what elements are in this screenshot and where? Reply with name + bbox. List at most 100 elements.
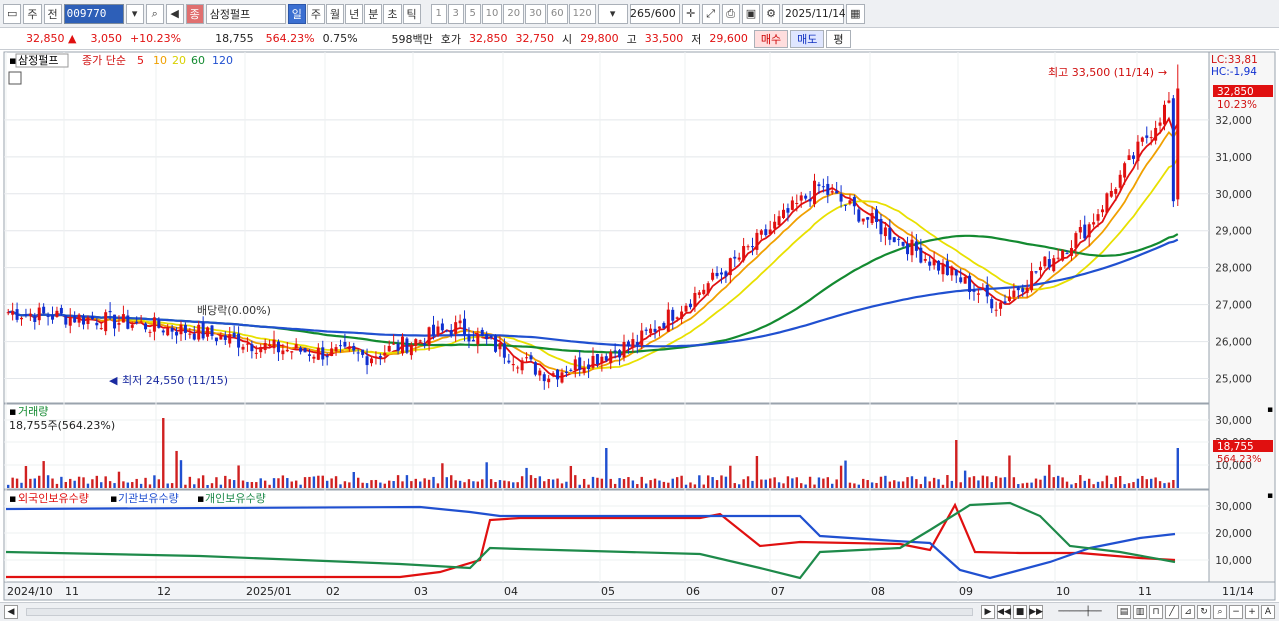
date-input[interactable]: 2025/11/14 [782, 3, 846, 24]
volume-panel-close-icon[interactable]: ▪ [1267, 405, 1273, 415]
draw-icon[interactable]: ⤢ [701, 3, 720, 24]
scroll-left-icon[interactable]: ◀ [4, 605, 18, 619]
volume-bar [1114, 477, 1117, 488]
volume-bar [1163, 483, 1166, 488]
period-button[interactable]: 일 [287, 3, 306, 24]
font-size-icon[interactable]: A [1261, 605, 1275, 619]
volume-bar [1008, 455, 1011, 488]
candle-body [564, 371, 568, 374]
calendar-icon[interactable]: ▦ [846, 3, 865, 24]
volume-bar [330, 478, 333, 488]
zoom-icon[interactable]: ⌕ [1213, 605, 1227, 619]
period-button[interactable]: 분 [364, 3, 383, 24]
stock-code-input[interactable] [63, 3, 124, 24]
magnet-icon[interactable]: ⊓ [1149, 605, 1163, 619]
chart-area[interactable]: 32,000 31,000 30,000 29,000 28,000 27,000 26,0… [0, 50, 1279, 602]
sell-button[interactable]: 매도 [790, 29, 825, 48]
candle-body [24, 314, 28, 316]
candle-body [121, 314, 125, 323]
period-button[interactable]: 년 [345, 3, 364, 24]
candle-body [334, 347, 338, 352]
candle-body [414, 339, 418, 346]
speaker-icon[interactable]: ◀ [165, 3, 184, 24]
save-icon[interactable]: ▣ [741, 3, 761, 24]
scroll-left[interactable]: ◀ [4, 605, 18, 619]
zoom-slider[interactable]: ─────┼── [1045, 605, 1115, 619]
ma-10-label[interactable]: 10 [153, 54, 167, 67]
candle-body [476, 333, 480, 345]
volume-bar [401, 481, 404, 488]
holding-panel-icon: ▪ [9, 492, 16, 505]
search-icon[interactable]: ⌕ [145, 3, 164, 24]
play-icon[interactable]: ▶ [981, 605, 995, 619]
minute-option[interactable]: 60 [546, 3, 568, 24]
zoom-out-icon[interactable]: − [1229, 605, 1243, 619]
volume-bar [95, 475, 99, 488]
draw-line-icon[interactable]: ╱ [1165, 605, 1179, 619]
candle-body [755, 232, 759, 250]
candle-body [387, 345, 391, 352]
prev-button[interactable]: 전 [43, 3, 62, 24]
buy-button[interactable]: 매수 [753, 29, 789, 48]
foreign-holding-legend[interactable]: 외국인보유수량 [18, 492, 89, 505]
ma-60-label[interactable]: 60 [191, 54, 205, 67]
crosshair-icon[interactable]: ✛ [681, 3, 700, 24]
ma-20-label[interactable]: 20 [172, 54, 186, 67]
candle-body [458, 320, 462, 324]
window-icon[interactable]: ▭ [3, 3, 22, 24]
gear-icon[interactable]: ⚙ [762, 3, 781, 24]
minute-dropdown[interactable]: ▾ [597, 3, 628, 24]
print-icon[interactable]: ⎙ [721, 3, 740, 24]
volume-bar [334, 476, 338, 488]
ma-120-label[interactable]: 120 [212, 54, 233, 67]
candle-body [312, 356, 316, 359]
price-change: 3,050 [90, 32, 122, 45]
candle-body [170, 327, 174, 332]
type-select[interactable]: 주 [23, 3, 42, 24]
holding-panel-close-icon[interactable]: ▪ [1267, 491, 1273, 501]
volume-bar [250, 481, 254, 488]
period-button[interactable]: 초 [383, 3, 402, 24]
price-panel[interactable] [3, 51, 1210, 404]
period-button[interactable]: 주 [306, 3, 326, 24]
period-button[interactable]: 월 [326, 3, 345, 24]
refresh-icon[interactable]: ↻ [1197, 605, 1211, 619]
candle-body [1105, 193, 1109, 213]
minute-option[interactable]: 120 [568, 3, 596, 24]
stop-icon[interactable]: ■ [1013, 605, 1027, 619]
horizontal-scrollbar[interactable] [26, 608, 973, 616]
minute-option[interactable]: 1 [430, 3, 447, 24]
eval-button[interactable]: 평 [826, 29, 851, 48]
table-icon[interactable] [8, 71, 22, 85]
ma-5-label[interactable]: 5 [137, 54, 144, 67]
zoom-in-icon[interactable]: + [1245, 605, 1259, 619]
period-button[interactable]: 틱 [402, 3, 421, 24]
lc-label: LC:33,81 [1211, 54, 1258, 66]
ruler-icon[interactable]: ⊿ [1181, 605, 1195, 619]
minute-option[interactable]: 10 [481, 3, 503, 24]
candle-body [1030, 271, 1034, 291]
layout-icon[interactable]: ▤ [1117, 605, 1131, 619]
minute-option[interactable]: 3 [447, 3, 464, 24]
candle-body [259, 347, 263, 353]
volume-bar [343, 481, 347, 488]
inst-holding-legend[interactable]: 기관보유수량 [118, 492, 179, 505]
candle-body [928, 261, 932, 266]
rewind-icon[interactable]: ◀◀ [997, 605, 1011, 619]
stock-chart[interactable]: 32,000 31,000 30,000 29,000 28,000 27,000 26,0… [0, 50, 1279, 602]
volume-bar [609, 478, 612, 488]
indiv-holding-legend[interactable]: 개인보유수량 [205, 492, 266, 505]
panel-icon[interactable]: ▥ [1133, 605, 1147, 619]
candle-body [303, 348, 307, 353]
volume-bar [782, 483, 785, 488]
volume-last-tag-text: 18,755 [1217, 441, 1254, 453]
dropdown-icon[interactable]: ▾ [125, 3, 144, 24]
volume-bar [193, 484, 196, 488]
forward-icon[interactable]: ▶▶ [1029, 605, 1043, 619]
minute-option[interactable]: 5 [464, 3, 481, 24]
volume-bar [1132, 482, 1135, 488]
minute-option[interactable]: 20 [503, 3, 525, 24]
minute-option[interactable]: 30 [525, 3, 546, 24]
count-input[interactable]: 265/600 [629, 3, 680, 24]
candle-body [485, 333, 489, 340]
